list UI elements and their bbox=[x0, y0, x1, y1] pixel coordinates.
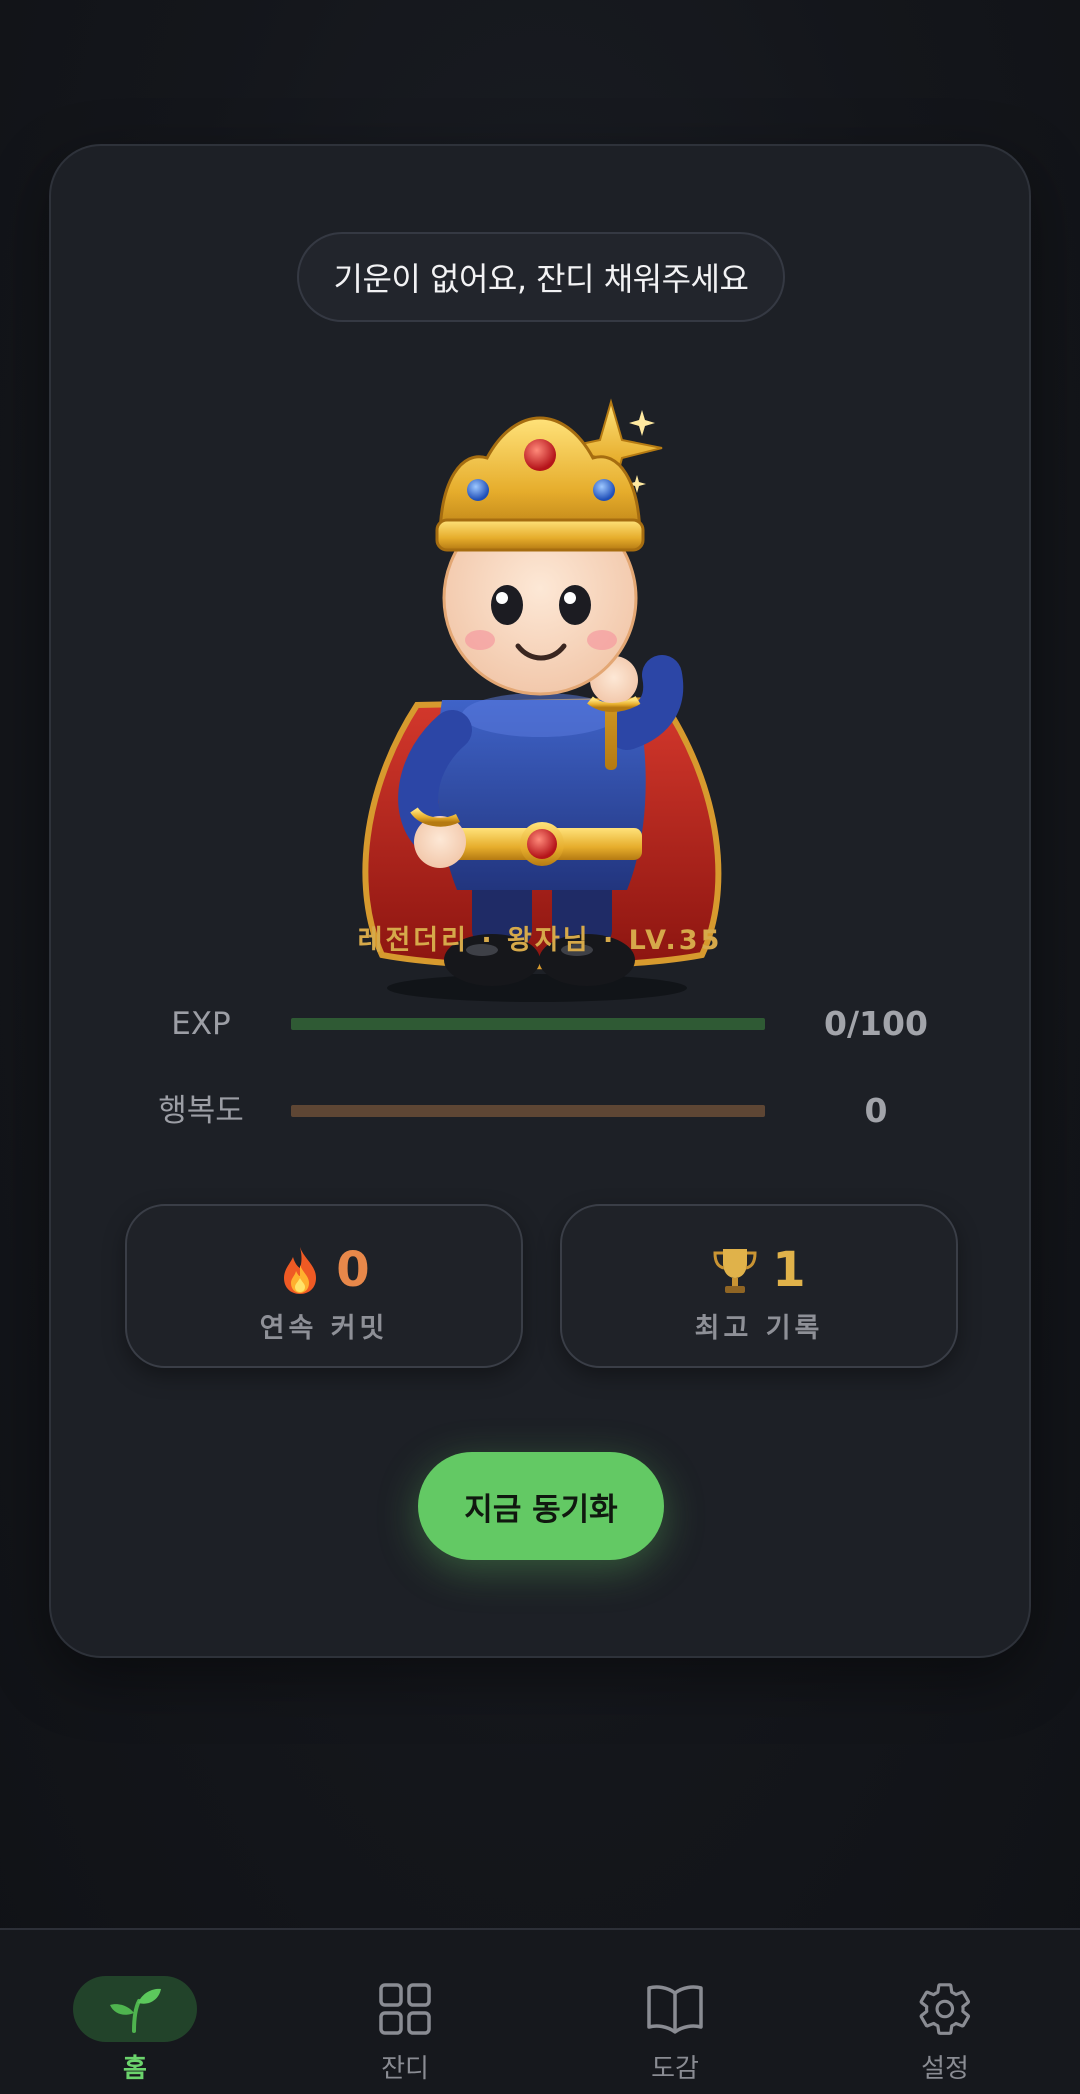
status-message: 기운이 없어요, 잔디 채워주세요 bbox=[333, 260, 749, 298]
book-icon bbox=[647, 1985, 703, 2034]
nav-grass-label: 잔디 bbox=[381, 2054, 429, 2084]
nav-home-pill bbox=[73, 1976, 197, 2042]
nav-item-grass[interactable]: 잔디 bbox=[270, 1930, 540, 2094]
current-streak-value: 0 bbox=[336, 1242, 370, 1298]
best-record-label: 최고 기록 bbox=[694, 1313, 824, 1344]
sync-now-button[interactable]: 지금 동기화 bbox=[418, 1452, 664, 1560]
happiness-value: 0 bbox=[864, 1091, 888, 1130]
character-title: 레전더리 · 왕자님 · LV.35 bbox=[357, 925, 723, 956]
exp-bar bbox=[291, 1018, 765, 1030]
status-speech-bubble: 기운이 없어요, 잔디 채워주세요 bbox=[297, 232, 785, 322]
happiness-row: 행복도 0 bbox=[51, 1086, 1029, 1136]
current-streak-label: 연속 커밋 bbox=[259, 1313, 389, 1344]
nav-home-label: 홈 bbox=[123, 2054, 147, 2084]
fire-icon bbox=[284, 1247, 317, 1294]
current-streak-box: 0 연속 커밋 bbox=[125, 1204, 523, 1368]
character-card: 기운이 없어요, 잔디 채워주세요 레전더리 · 왕자님 · LV.35 EXP… bbox=[49, 144, 1031, 1658]
grid-icon bbox=[379, 1983, 431, 2035]
exp-row: EXP 0/100 bbox=[51, 999, 1029, 1049]
exp-value: 0/100 bbox=[824, 1004, 928, 1043]
bottom-navigation: 홈 잔디 도감 설정 bbox=[0, 1928, 1080, 2094]
nav-item-home[interactable]: 홈 bbox=[0, 1930, 270, 2094]
happiness-bar bbox=[291, 1105, 765, 1117]
exp-label: EXP bbox=[171, 1006, 231, 1042]
happiness-label: 행복도 bbox=[158, 1093, 244, 1129]
nav-item-collection[interactable]: 도감 bbox=[540, 1930, 810, 2094]
best-record-value: 1 bbox=[772, 1242, 806, 1298]
app-screen: 기운이 없어요, 잔디 채워주세요 레전더리 · 왕자님 · LV.35 EXP… bbox=[0, 0, 1080, 2094]
nav-collection-label: 도감 bbox=[651, 2054, 699, 2084]
sprout-icon bbox=[110, 1988, 161, 2033]
trophy-icon bbox=[713, 1249, 757, 1293]
best-record-box: 1 최고 기록 bbox=[560, 1204, 958, 1368]
gear-icon bbox=[919, 1983, 970, 2035]
nav-settings-label: 설정 bbox=[921, 2054, 969, 2084]
prince-character-illustration bbox=[362, 398, 722, 1002]
nav-item-settings[interactable]: 설정 bbox=[810, 1930, 1080, 2094]
